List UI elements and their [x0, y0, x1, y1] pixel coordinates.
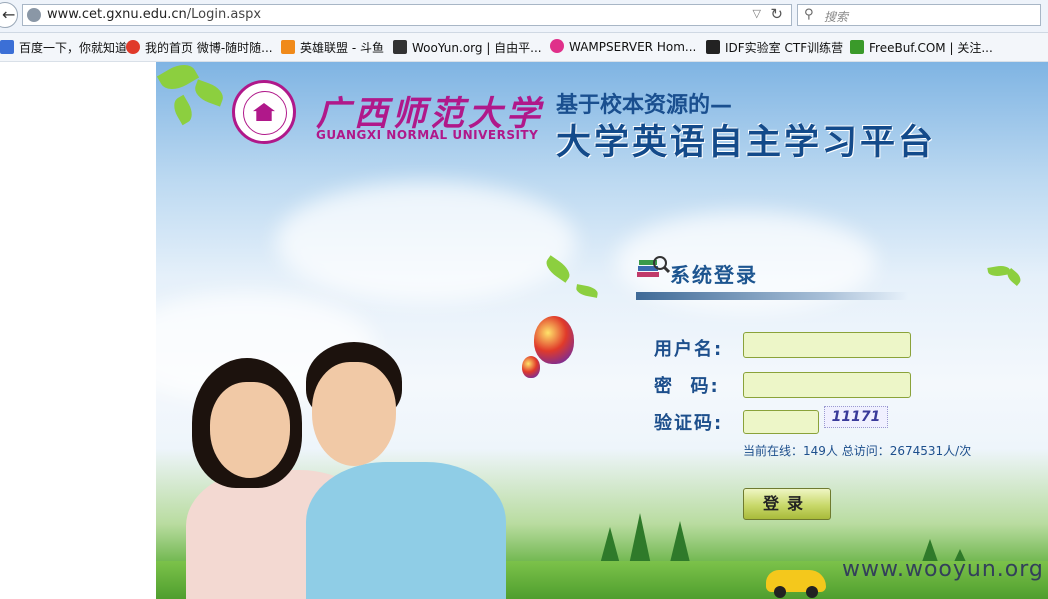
leaf-icon — [1004, 268, 1024, 286]
weibo-icon — [126, 40, 140, 54]
leaf-icon — [191, 79, 227, 107]
url-text: www.cet.gxnu.edu.cn/Login.aspx — [47, 7, 262, 22]
globe-icon — [27, 8, 41, 22]
bookmark-wooyun[interactable]: WooYun.org | 自由平... — [393, 39, 542, 56]
wooyun-icon — [393, 40, 407, 54]
boy-shirt — [306, 462, 506, 599]
login-divider — [636, 292, 908, 300]
username-label: 用户名: — [654, 339, 724, 360]
bookmark-freebuf[interactable]: FreeBuf.COM | 关注... — [850, 39, 993, 56]
bookmark-douyu[interactable]: 英雄联盟 - 斗鱼 — [281, 39, 384, 56]
captcha-field[interactable] — [743, 410, 819, 434]
freebuf-icon — [850, 40, 864, 54]
captcha-label: 验证码: — [654, 413, 724, 434]
page-title: 大学英语自主学习平台 — [556, 123, 937, 163]
baidu-icon — [0, 40, 14, 54]
password-field[interactable] — [743, 372, 911, 398]
books-icon — [637, 256, 670, 277]
yellow-car — [766, 570, 826, 598]
leaf-icon — [575, 284, 599, 298]
douyu-icon — [281, 40, 295, 54]
boy-face — [312, 362, 396, 466]
captcha-image[interactable]: 11171 — [824, 406, 888, 428]
password-label: 密 码: — [654, 376, 720, 397]
cloud — [276, 182, 576, 302]
leaf-icon — [169, 94, 197, 126]
idf-icon — [706, 40, 720, 54]
back-button[interactable]: ← — [0, 2, 18, 28]
watermark: www.wooyun.org — [842, 557, 1044, 582]
university-name-en: GUANGXI NORMAL UNIVERSITY — [316, 128, 539, 142]
browser-toolbar: ← www.cet.gxnu.edu.cn/Login.aspx ▽ ↻ ⚲ 搜… — [0, 0, 1048, 33]
leaf-icon — [156, 62, 200, 96]
online-stats: 当前在线：149人 总访问：2674531人/次 — [743, 444, 972, 458]
bookmarks-bar: 百度一下，你就知道 我的首页 微博-随时随... 英雄联盟 - 斗鱼 WooYu… — [0, 33, 1048, 62]
dropdown-arrow-icon[interactable]: ▽ — [753, 7, 761, 20]
wamp-icon — [550, 39, 564, 53]
back-arrow-icon: ← — [2, 5, 16, 24]
search-box[interactable]: ⚲ 搜索 — [797, 4, 1041, 26]
username-field[interactable] — [743, 332, 911, 358]
girl-face — [210, 382, 290, 478]
bookmark-weibo[interactable]: 我的首页 微博-随时随... — [126, 39, 273, 56]
search-icon: ⚲ — [804, 7, 814, 22]
hot-air-balloon — [522, 356, 540, 378]
university-seal — [232, 80, 296, 144]
address-bar[interactable]: www.cet.gxnu.edu.cn/Login.aspx ▽ ↻ — [22, 4, 792, 26]
login-page: 广西师范大学 GUANGXI NORMAL UNIVERSITY 基于校本资源的… — [156, 62, 1048, 599]
login-title: 系统登录 — [670, 263, 758, 287]
bookmark-wampserver[interactable]: WAMPSERVER Hom... — [550, 39, 696, 54]
hot-air-balloon — [534, 316, 574, 364]
search-placeholder: 搜索 — [824, 10, 849, 24]
login-button[interactable]: 登录 — [743, 488, 831, 520]
bookmark-idf[interactable]: IDF实验室 CTF训练营 — [706, 39, 843, 56]
reload-icon[interactable]: ↻ — [770, 5, 783, 23]
bookmark-baidu[interactable]: 百度一下，你就知道 — [0, 39, 127, 56]
